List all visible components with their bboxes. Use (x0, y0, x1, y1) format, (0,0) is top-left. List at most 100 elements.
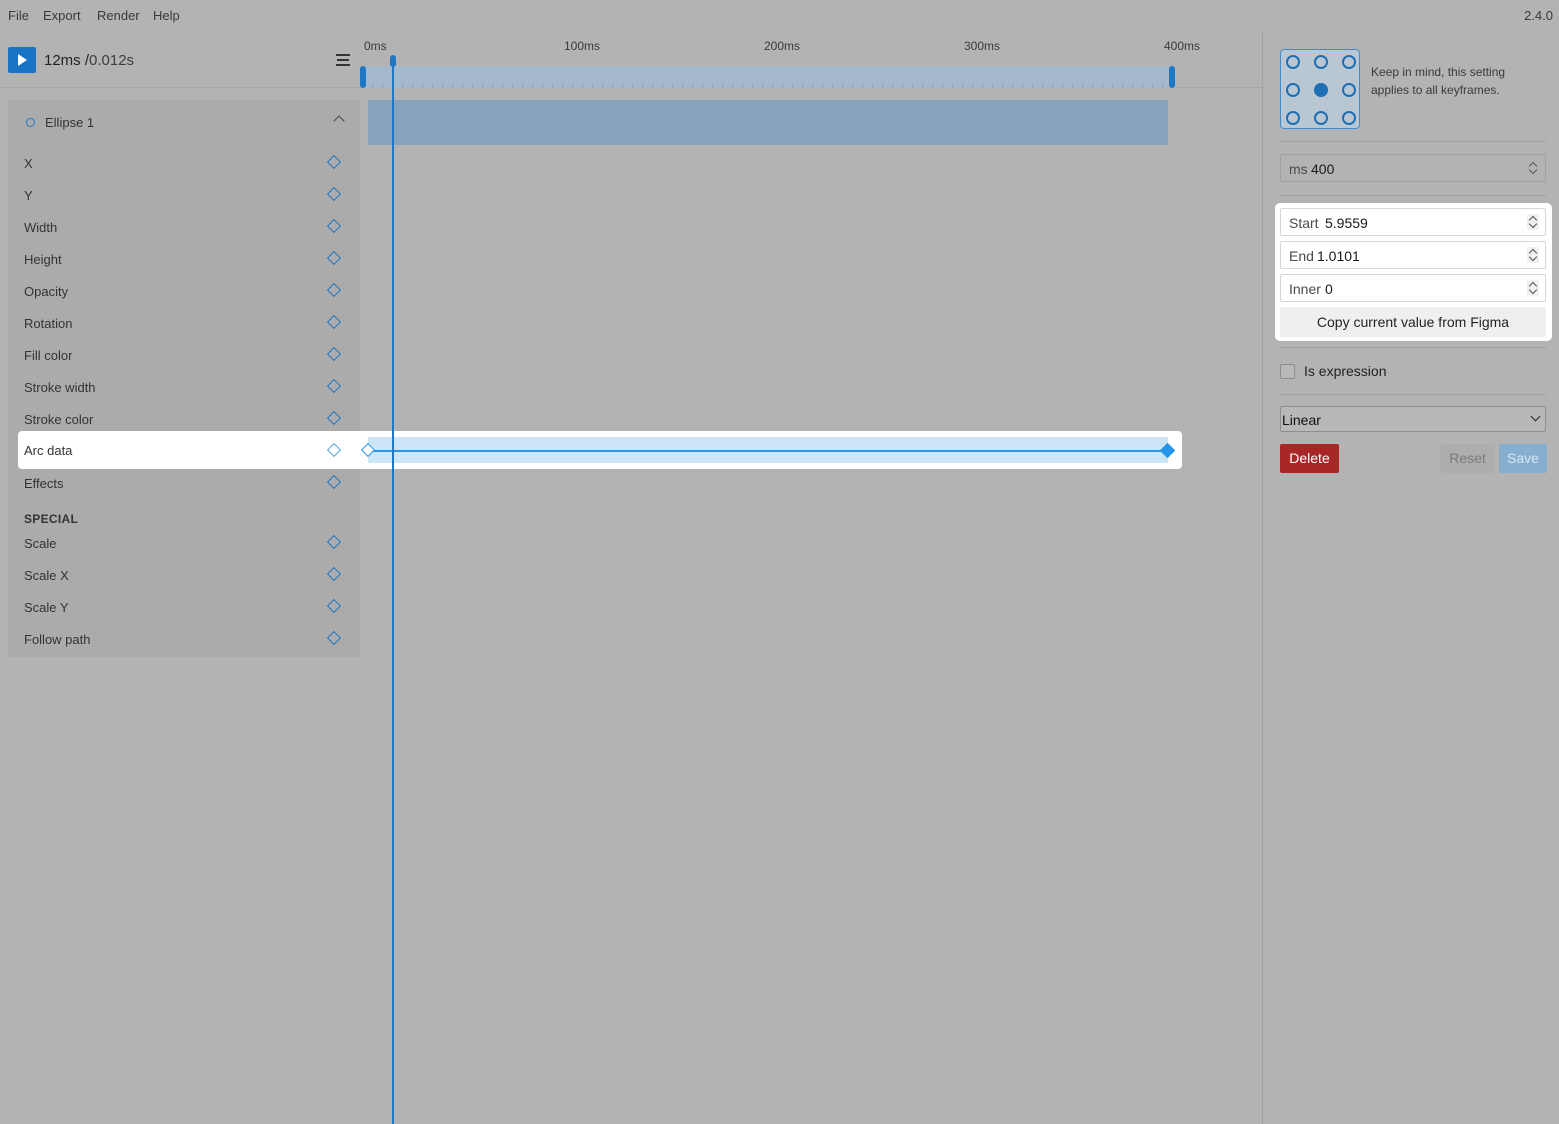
start-field[interactable]: Start 5.9559 (1280, 208, 1546, 236)
field-label: End (1289, 248, 1314, 264)
anchor-bottom-right[interactable] (1342, 111, 1356, 125)
spinner-icon[interactable] (1527, 160, 1539, 176)
play-button[interactable] (8, 47, 36, 73)
property-row-width[interactable]: Width (18, 211, 360, 243)
range-start-handle[interactable] (360, 66, 366, 88)
property-row-follow-path[interactable]: Follow path (18, 623, 360, 655)
keyframe-diamond-icon[interactable] (326, 566, 342, 582)
playhead-handle[interactable] (390, 55, 396, 67)
spinner-icon[interactable] (1527, 280, 1539, 296)
property-row-height[interactable]: Height (18, 243, 360, 275)
version-label: 2.4.0 (1524, 8, 1553, 23)
ellipse-icon (26, 118, 35, 127)
tick-label: 200ms (764, 39, 801, 53)
ruler-divider (1174, 87, 1262, 88)
easing-value: Linear (1282, 412, 1321, 428)
divider (1280, 394, 1546, 395)
keyframe-diamond-icon[interactable] (326, 218, 342, 234)
keyframe-diamond-icon[interactable] (326, 598, 342, 614)
inner-field[interactable]: Inner 0 (1280, 274, 1546, 302)
property-row-opacity[interactable]: Opacity (18, 275, 360, 307)
chevron-up-icon[interactable] (333, 115, 345, 127)
keyframe-diamond-icon[interactable] (326, 186, 342, 202)
property-label: Fill color (24, 348, 73, 363)
property-label: Scale (24, 536, 57, 551)
property-label: Scale Y (24, 600, 69, 615)
keyframe-diamond-icon[interactable] (326, 630, 342, 646)
spinner-icon[interactable] (1527, 214, 1539, 230)
tick-label: 0ms (364, 39, 387, 53)
inspector-panel: Keep in mind, this setting applies to al… (1262, 32, 1559, 1124)
timeline-scrubber[interactable] (362, 66, 1174, 88)
property-row-arc-data[interactable]: Arc data (18, 431, 360, 469)
property-label: Scale X (24, 568, 69, 583)
property-row-scale-y[interactable]: Scale Y (18, 591, 360, 623)
playhead-line[interactable] (392, 58, 394, 1124)
keyframe-diamond-icon[interactable] (326, 410, 342, 426)
property-row-scale-x[interactable]: Scale X (18, 559, 360, 591)
divider (1280, 141, 1546, 142)
layer-header[interactable]: Ellipse 1 (8, 110, 360, 134)
menu-help[interactable]: Help (153, 8, 180, 23)
divider (1280, 195, 1546, 196)
property-row-effects[interactable]: Effects (18, 467, 360, 499)
keyframe-diamond-icon[interactable] (326, 474, 342, 490)
keyframe-diamond-icon[interactable] (326, 314, 342, 330)
menu-export[interactable]: Export (43, 8, 81, 23)
keyframe-transition-line (368, 450, 1168, 452)
anchor-point-grid (1280, 49, 1360, 129)
keyframe-diamond-icon[interactable] (326, 282, 342, 298)
easing-select[interactable]: Linear (1280, 406, 1546, 432)
reset-button[interactable]: Reset (1440, 444, 1495, 473)
property-row-fill-color[interactable]: Fill color (18, 339, 360, 371)
property-row-y[interactable]: Y (18, 179, 360, 211)
keyframe-diamond-icon[interactable] (326, 154, 342, 170)
anchor-bottom-center[interactable] (1314, 111, 1328, 125)
field-value[interactable]: 5.9559 (1325, 215, 1368, 231)
property-label: Stroke color (24, 412, 94, 427)
property-row-stroke-width[interactable]: Stroke width (18, 371, 360, 403)
anchor-top-left[interactable] (1286, 55, 1300, 69)
time-seconds: 0.012s (89, 52, 135, 69)
delete-button[interactable]: Delete (1280, 444, 1339, 473)
anchor-middle-right[interactable] (1342, 83, 1356, 97)
property-row-scale[interactable]: Scale (18, 527, 360, 559)
menu-render[interactable]: Render (97, 8, 140, 23)
anchor-note: Keep in mind, this setting applies to al… (1371, 65, 1506, 97)
anchor-middle-left[interactable] (1286, 83, 1300, 97)
anchor-bottom-left[interactable] (1286, 111, 1300, 125)
keyframe-diamond-icon[interactable] (326, 534, 342, 550)
field-value[interactable]: 400 (1311, 161, 1334, 177)
field-label: Inner (1289, 281, 1321, 297)
property-label: Y (24, 188, 33, 203)
keyframe-diamond-icon[interactable] (326, 250, 342, 266)
menu-file[interactable]: File (8, 8, 29, 23)
keyframe-time-field[interactable]: ms 400 (1280, 154, 1546, 182)
arc-data-track[interactable] (360, 431, 1182, 469)
field-value[interactable]: 1.0101 (1317, 248, 1360, 264)
tick-label: 300ms (964, 39, 1001, 53)
end-field[interactable]: End 1.0101 (1280, 241, 1546, 269)
is-expression-checkbox[interactable] (1280, 364, 1295, 379)
save-button[interactable]: Save (1499, 444, 1547, 473)
property-row-rotation[interactable]: Rotation (18, 307, 360, 339)
hamburger-icon[interactable] (336, 54, 350, 66)
chevron-down-icon (1530, 411, 1541, 422)
field-value[interactable]: 0 (1325, 281, 1333, 297)
property-row-x[interactable]: X (18, 147, 360, 179)
anchor-center[interactable] (1314, 83, 1328, 97)
anchor-top-center[interactable] (1314, 55, 1328, 69)
property-label: Follow path (24, 632, 91, 647)
property-label: Height (24, 252, 62, 267)
keyframe-diamond-icon[interactable] (326, 442, 342, 458)
range-end-handle[interactable] (1169, 66, 1175, 88)
keyframe-diamond-icon[interactable] (326, 346, 342, 362)
tick-label: 400ms (1164, 39, 1201, 53)
spinner-icon[interactable] (1527, 247, 1539, 263)
keyframe-diamond-icon[interactable] (326, 378, 342, 394)
anchor-top-right[interactable] (1342, 55, 1356, 69)
layer-duration-track[interactable] (368, 100, 1168, 145)
copy-from-figma-button[interactable]: Copy current value from Figma (1280, 307, 1546, 337)
property-label: Opacity (24, 284, 69, 299)
layer-panel: Ellipse 1 X Y Width Height Opacity Rotat… (8, 100, 360, 657)
